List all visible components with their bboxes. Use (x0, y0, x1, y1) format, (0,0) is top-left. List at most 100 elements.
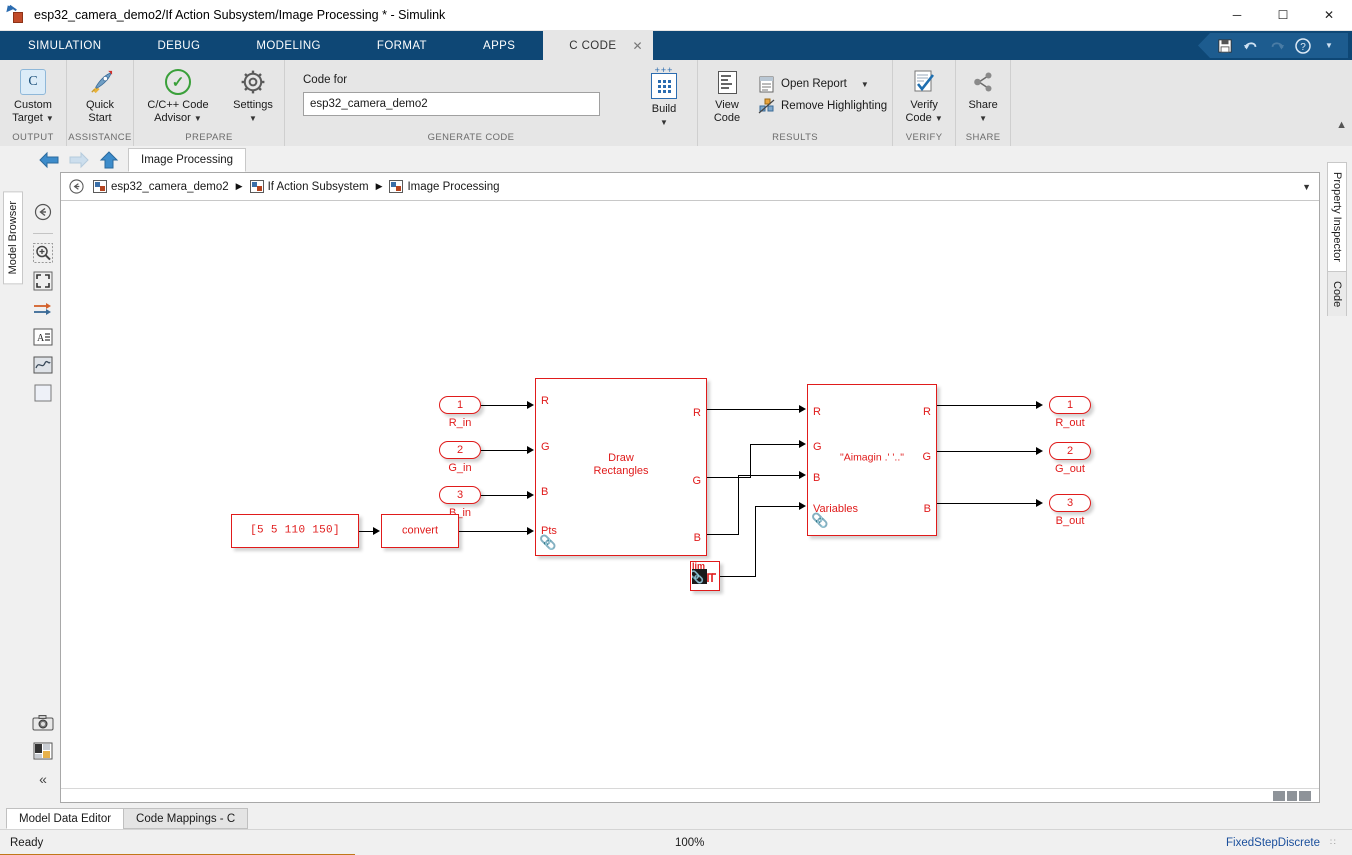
bottom-tab-bar: Model Data Editor Code Mappings - C (0, 807, 1352, 829)
share-label: Share ▼ (968, 99, 998, 123)
scope-icon[interactable] (31, 353, 55, 377)
share-icon (971, 67, 995, 97)
minimize-button[interactable]: ─ (1214, 0, 1260, 31)
fit-to-view-icon[interactable] (31, 269, 55, 293)
wire-drawrect-R-to-aimagin (707, 408, 801, 410)
outport-block-1[interactable]: 1 (1049, 396, 1091, 414)
wire-aimagin-B-to-out3 (937, 502, 1038, 504)
ribbon-collapse-icon[interactable]: ▲ (1336, 119, 1347, 131)
inport-block-2[interactable]: 2 (439, 441, 481, 459)
screenshot-icon[interactable] (31, 711, 55, 735)
open-report-button[interactable]: Open Report ▼ (752, 73, 892, 95)
editor-tab-image-processing[interactable]: Image Processing (128, 148, 247, 172)
breadcrumb-separator-1: ▶ (375, 181, 383, 191)
undo-icon[interactable] (1240, 36, 1262, 55)
remove-highlighting-button[interactable]: Remove Highlighting (752, 95, 892, 117)
maximize-button[interactable]: ☐ (1260, 0, 1306, 31)
code-for-field-group: Code for (285, 64, 605, 116)
signal-lines-icon[interactable] (31, 297, 55, 321)
ribbon-group-generate-code-label: GENERATE CODE (427, 132, 515, 143)
tab-debug[interactable]: DEBUG (129, 31, 228, 60)
breadcrumb-item-1[interactable]: If Action Subsystem (249, 180, 369, 193)
svg-text:?: ? (1300, 42, 1306, 53)
breadcrumb-item-0[interactable]: esp32_camera_demo2 (93, 180, 229, 193)
redo-icon (1266, 36, 1288, 55)
convert-block[interactable]: convert (381, 514, 459, 548)
build-button[interactable]: +++ Build ▼ (631, 65, 697, 129)
aimagin-input-B: B (813, 472, 821, 484)
simulink-app-icon (6, 4, 29, 25)
outport-2-label: G_out (1055, 463, 1085, 475)
tab-apps[interactable]: APPS (455, 31, 543, 60)
inport-2-label: G_in (448, 462, 472, 474)
aimagin-output-R: R (923, 406, 931, 418)
bottom-tab-model-data-editor[interactable]: Model Data Editor (6, 808, 125, 829)
breadcrumb-home-icon[interactable] (69, 179, 84, 194)
tab-c-code-close-icon[interactable]: ✕ (632, 39, 642, 53)
inport-block-3[interactable]: 3 (439, 486, 481, 504)
outport-block-3[interactable]: 3 (1049, 494, 1091, 512)
property-inspector-tab[interactable]: Property Inspector (1327, 162, 1347, 271)
breadcrumb-item-2[interactable]: Image Processing (389, 180, 500, 193)
layout-icon[interactable] (31, 739, 55, 763)
draw-rect-output-B: B (693, 532, 701, 544)
breadcrumb-item-1-label: If Action Subsystem (267, 180, 369, 193)
view-code-button[interactable]: View Code (702, 64, 752, 125)
cpp-code-advisor-button[interactable]: ✓ C/C++ Code Advisor ▼ (134, 64, 222, 125)
tab-simulation[interactable]: SIMULATION (0, 31, 129, 60)
close-button[interactable]: ✕ (1306, 0, 1352, 31)
navigate-up-icon[interactable] (94, 148, 124, 172)
navigate-forward-icon (64, 148, 94, 172)
wire-drawrect-B-seg2 (738, 474, 740, 535)
resize-grip-icon[interactable]: ∷ (1330, 837, 1342, 848)
wire-in1-to-drawrect (481, 404, 528, 406)
verify-code-button[interactable]: Verify Code ▼ (893, 64, 955, 125)
status-solver[interactable]: FixedStepDiscrete (1226, 837, 1320, 849)
wire-drawrect-B-seg1 (707, 533, 739, 535)
code-panel-tab[interactable]: Code (1327, 270, 1347, 317)
outport-block-2[interactable]: 2 (1049, 442, 1091, 460)
breadcrumb-separator-0: ▶ (235, 181, 243, 191)
svg-text:🔗: 🔗 (692, 569, 704, 584)
draw-rectangles-block[interactable]: Draw Rectangles R G B Pts R G B 🔗 (535, 378, 707, 556)
open-report-caret-icon[interactable]: ▼ (861, 80, 869, 89)
wire-in3-to-drawrect (481, 494, 528, 496)
status-zoom-level[interactable]: 100% (675, 837, 704, 849)
quick-access-more-icon[interactable]: ▼ (1318, 36, 1340, 55)
breadcrumb-dropdown-icon[interactable]: ▼ (1302, 182, 1311, 192)
inport-block-1[interactable]: 1 (439, 396, 481, 414)
constant-block[interactable]: [5 5 110 150] (231, 514, 359, 548)
tab-modeling[interactable]: MODELING (228, 31, 349, 60)
wire-drawrect-G-seg2 (750, 443, 752, 478)
ribbon-tab-strip: SIMULATION DEBUG MODELING FORMAT APPS C … (0, 31, 1352, 60)
area-icon[interactable] (31, 381, 55, 405)
annotation-text-icon[interactable]: A (31, 325, 55, 349)
model-browser-tab[interactable]: Model Browser (3, 191, 23, 285)
save-icon[interactable] (1214, 36, 1236, 55)
custom-target-button[interactable]: C Custom Target ▼ (0, 64, 66, 125)
wire-drawrect-B-seg3 (738, 474, 801, 476)
scrollbar-grip[interactable] (1273, 791, 1311, 801)
subsystem-icon (389, 180, 404, 193)
navigate-back-icon[interactable] (34, 148, 64, 172)
wire-lim-seg3 (755, 505, 801, 507)
tab-format[interactable]: FORMAT (349, 31, 455, 60)
navigate-back-circle-icon[interactable] (31, 200, 55, 224)
settings-button[interactable]: Settings ▼ (222, 64, 284, 125)
code-for-label: Code for (303, 74, 348, 86)
ribbon-group-share-label: SHARE (965, 132, 1001, 143)
help-icon[interactable]: ? (1292, 36, 1314, 55)
share-button[interactable]: Share ▼ (956, 64, 1010, 125)
bottom-tab-code-mappings[interactable]: Code Mappings - C (123, 808, 249, 829)
lim-block[interactable]: lim 🔗 (690, 561, 720, 591)
quick-start-button[interactable]: Quick Start (67, 64, 133, 125)
canvas-horizontal-scrollbar[interactable] (61, 788, 1319, 802)
outport-3-label: B_out (1055, 515, 1085, 527)
tab-c-code[interactable]: C CODE ✕ (543, 31, 653, 60)
arrow-out2 (1036, 446, 1043, 455)
simulink-canvas[interactable]: 1 R_in 2 G_in 3 B_in [5 5 110 150] conve… (61, 201, 1319, 788)
collapse-toolbar-icon[interactable]: « (31, 767, 55, 791)
aimagin-block[interactable]: "Aimagin .' '.." R G B Variables R G B 🔗 (807, 384, 937, 536)
code-for-input[interactable] (303, 92, 600, 116)
zoom-in-icon[interactable] (31, 241, 55, 265)
